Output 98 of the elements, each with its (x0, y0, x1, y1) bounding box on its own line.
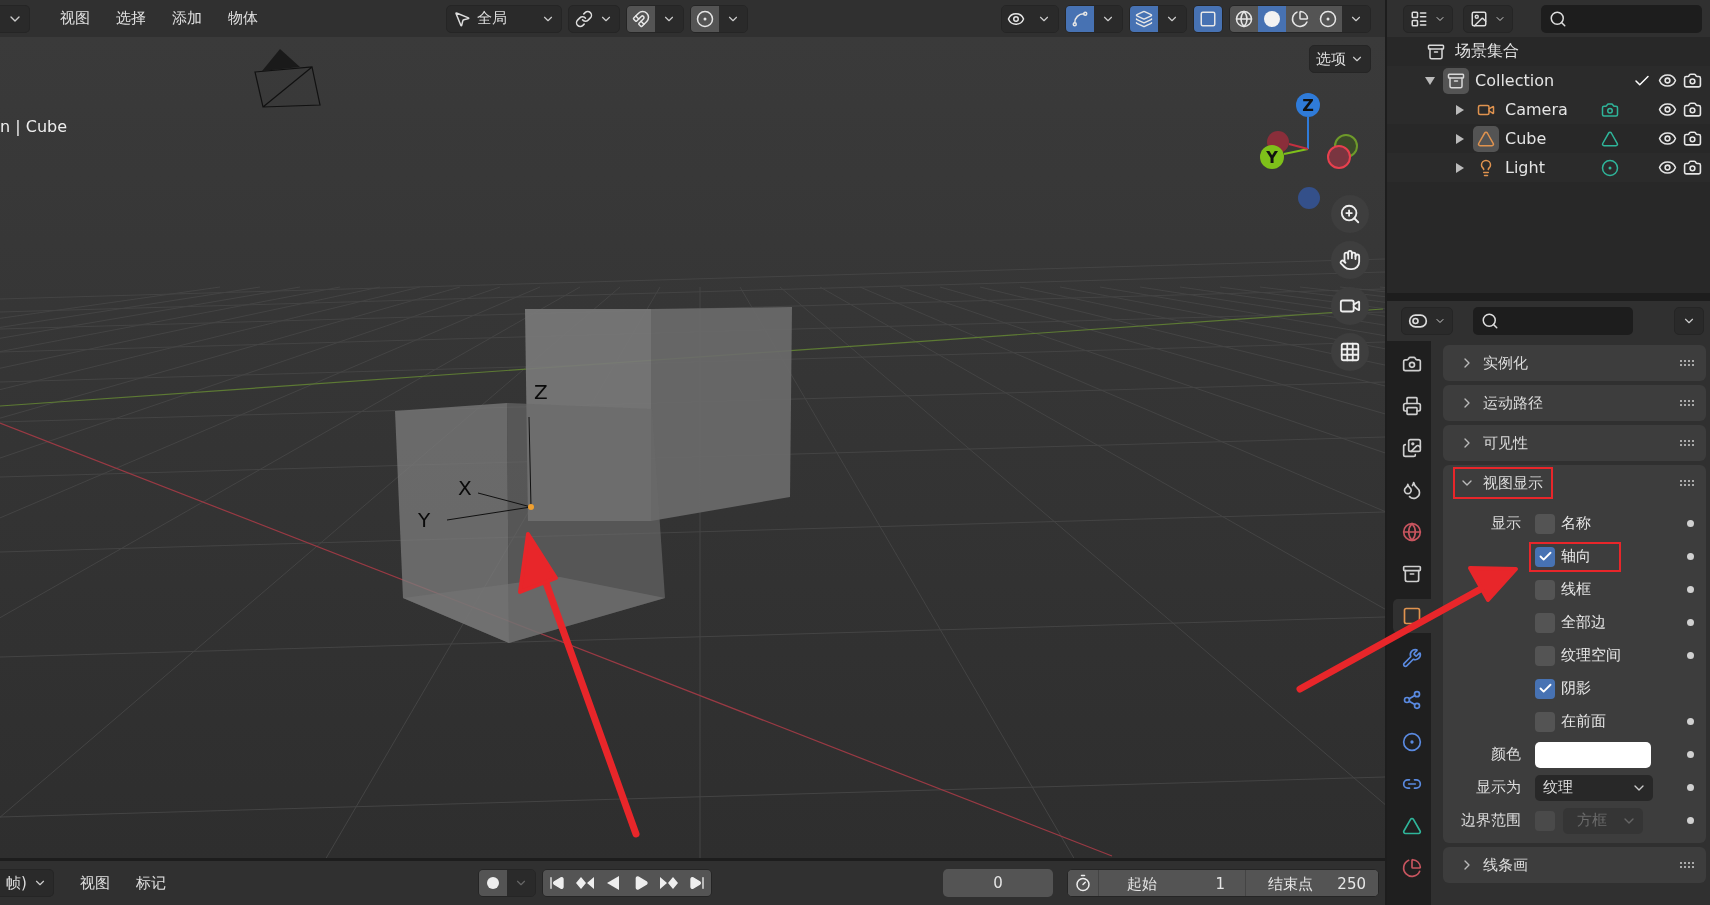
field-label: 显示 (1490, 514, 1522, 533)
mesh-data-icon (1601, 129, 1619, 148)
collection-icon (1427, 42, 1445, 61)
display-mode-dropdown[interactable] (1403, 4, 1453, 33)
keyframe-dot[interactable] (1687, 784, 1694, 791)
keyframe-dot[interactable] (1687, 586, 1694, 593)
keyframe-dot[interactable] (1687, 718, 1694, 725)
check-icon (1537, 681, 1553, 696)
filter-dropdown[interactable] (1463, 4, 1513, 33)
xray-icon[interactable] (1194, 5, 1222, 32)
mode-dropdown[interactable]: 帧) (0, 869, 54, 897)
keyframe-dot[interactable] (1687, 619, 1694, 626)
search-field[interactable] (1541, 4, 1702, 33)
checkbox-label: 名称 (1561, 514, 1591, 533)
menu-item[interactable]: 视图 (50, 9, 100, 28)
menu-item[interactable]: 添加 (162, 9, 212, 28)
color-swatch[interactable] (1535, 741, 1651, 768)
gizmo-icon[interactable] (1066, 5, 1094, 32)
drag-handle-icon[interactable] (1680, 400, 1694, 406)
end-frame-field[interactable]: 结束点 250 (1245, 870, 1378, 896)
search-icon (1549, 9, 1567, 28)
mesh-icon[interactable] (1473, 125, 1499, 152)
keyframe-dot[interactable] (1687, 751, 1694, 758)
field-label: 颜色 (1490, 745, 1522, 764)
keyframe-dot[interactable] (1687, 520, 1694, 527)
rendered-shading-icon[interactable] (1314, 5, 1342, 32)
checkbox-label: 轴向 (1561, 547, 1591, 566)
checkbox-label: 阴影 (1561, 679, 1591, 698)
menu-item[interactable]: 标记 (125, 873, 176, 893)
outliner-item[interactable]: Collection (1475, 71, 1565, 90)
checkbox-label: 在前面 (1561, 712, 1606, 731)
eye-icon[interactable] (1658, 129, 1677, 148)
editor-type-dropdown[interactable] (1401, 307, 1453, 335)
menu-item[interactable]: 选择 (106, 9, 156, 28)
jump-end-icon[interactable] (682, 870, 711, 896)
axis-label: X (458, 476, 472, 500)
checkbox-label: 纹理空间 (1561, 646, 1621, 665)
outliner-item[interactable]: Light (1505, 158, 1595, 177)
current-frame-field[interactable]: 0 (943, 869, 1053, 897)
axis-label: Y (418, 508, 431, 532)
outliner-item[interactable]: 场景集合 (1455, 41, 1545, 62)
grid-icon[interactable] (1331, 333, 1369, 371)
proportional-edit-icon[interactable] (691, 5, 719, 32)
outliner-item[interactable]: Camera (1505, 100, 1595, 119)
camera-icon[interactable] (1683, 71, 1702, 90)
drag-handle-icon[interactable] (1680, 440, 1694, 446)
keyframe-dot[interactable] (1687, 652, 1694, 659)
drag-handle-icon[interactable] (1680, 360, 1694, 366)
toggle-icon (1408, 311, 1428, 331)
solid-shading-icon[interactable] (1258, 5, 1286, 32)
section-header[interactable]: 视图显示 (1453, 467, 1553, 499)
search-field[interactable] (1473, 307, 1633, 335)
options-dropdown[interactable]: 选项 (1309, 45, 1371, 73)
axis-label: Z (534, 380, 548, 404)
drag-handle-icon[interactable] (1680, 862, 1694, 868)
menu-item[interactable]: 物体 (218, 9, 268, 28)
eye-icon[interactable] (1658, 158, 1677, 177)
cube[interactable] (395, 403, 665, 643)
camera-icon[interactable] (1683, 100, 1702, 119)
material-shading-icon[interactable] (1286, 5, 1314, 32)
object-label: n | Cube (0, 117, 67, 136)
magnet-icon[interactable] (627, 5, 655, 32)
pivot-dropdown[interactable] (568, 4, 620, 33)
collection-icon[interactable] (1443, 67, 1469, 94)
field-label: 边界范围 (1460, 811, 1522, 830)
menu-item[interactable]: 视图 (69, 873, 120, 893)
camera-icon[interactable] (1683, 129, 1702, 148)
cube[interactable] (525, 307, 792, 521)
eye-icon[interactable] (1002, 5, 1030, 32)
checkbox[interactable] (1535, 546, 1555, 567)
link-icon (575, 9, 593, 28)
search-icon (1481, 312, 1499, 330)
field-label: 显示为 (1475, 778, 1522, 797)
keyframe-dot[interactable] (1687, 553, 1694, 560)
mode-dropdown[interactable] (0, 4, 30, 33)
outliner-item[interactable]: Cube (1505, 129, 1595, 148)
checkbox-label: 线框 (1561, 580, 1591, 599)
image-icon (1470, 9, 1488, 28)
checkbox-label: 全部边 (1561, 613, 1606, 632)
list-icon (1410, 9, 1428, 28)
check-icon (1537, 549, 1553, 564)
jump-start-icon[interactable] (542, 870, 571, 896)
camera-data-icon (1601, 100, 1619, 119)
camera-icon[interactable] (1683, 158, 1702, 177)
camera-view-icon[interactable] (1331, 287, 1369, 325)
wireframe-shading-icon[interactable] (1230, 5, 1258, 32)
expand-arrow-icon[interactable] (1423, 76, 1437, 85)
orientation-dropdown[interactable]: 全局 (446, 4, 562, 33)
zoom-icon[interactable] (1331, 195, 1369, 233)
record-icon[interactable] (478, 870, 507, 896)
eye-icon[interactable] (1658, 71, 1677, 90)
hand-icon[interactable] (1331, 241, 1369, 279)
overlays-icon[interactable] (1130, 5, 1158, 32)
checkbox[interactable] (1535, 678, 1555, 699)
dropdown[interactable]: 纹理 (1535, 774, 1653, 801)
eye-icon[interactable] (1658, 100, 1677, 119)
drag-handle-icon[interactable] (1680, 480, 1694, 486)
axis-gizmo-drawing[interactable] (1260, 93, 1358, 209)
